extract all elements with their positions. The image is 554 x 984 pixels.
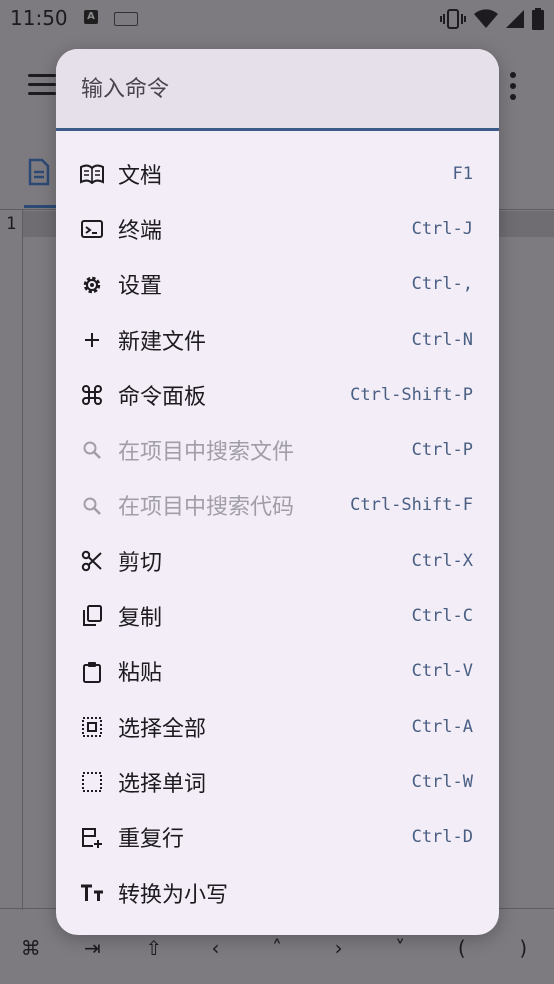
command-label: 粘贴 xyxy=(118,661,163,687)
keyboard-icon xyxy=(114,12,138,26)
app-notification-icon: A xyxy=(84,10,98,24)
command-shortcut: F1 xyxy=(452,163,473,184)
command-item-terminal[interactable]: 终端 Ctrl-J xyxy=(56,201,499,256)
command-label: 选择全部 xyxy=(118,716,207,742)
command-search-input[interactable] xyxy=(81,77,461,102)
select-all-icon xyxy=(80,715,104,739)
command-shortcut: Ctrl-W xyxy=(411,771,473,792)
command-item-lowercase[interactable]: 转换为小写 xyxy=(56,865,499,920)
command-label: 文档 xyxy=(118,163,163,189)
command-list: 文档 F1 终端 Ctrl-J 设置 Ctrl-, 新建文件 Ctrl-N 命令… xyxy=(56,131,499,920)
command-shortcut: Ctrl-Shift-P xyxy=(350,384,473,405)
command-shortcut: Ctrl-Shift-F xyxy=(350,495,473,516)
active-tab-indicator xyxy=(24,205,60,208)
command-item-select-all[interactable]: 选择全部 Ctrl-A xyxy=(56,699,499,754)
command-item-search-files[interactable]: 在项目中搜索文件 Ctrl-P xyxy=(56,422,499,477)
command-label: 终端 xyxy=(118,218,163,244)
key-close-paren[interactable]: ) xyxy=(493,920,554,976)
duplicate-line-icon xyxy=(80,826,104,850)
key-command[interactable]: ⌘ xyxy=(0,920,62,976)
command-shortcut: Ctrl-, xyxy=(411,274,473,295)
command-shortcut: Ctrl-A xyxy=(411,716,473,737)
gutter-divider xyxy=(22,210,23,910)
command-label: 在项目中搜索代码 xyxy=(118,495,295,521)
plus-icon xyxy=(80,328,104,352)
command-item-command-palette[interactable]: 命令面板 Ctrl-Shift-P xyxy=(56,367,499,422)
command-label: 重复行 xyxy=(118,827,185,853)
command-label: 转换为小写 xyxy=(118,882,229,908)
command-item-duplicate-line[interactable]: 重复行 Ctrl-D xyxy=(56,810,499,865)
command-label: 设置 xyxy=(118,274,163,300)
search-icon xyxy=(80,494,104,518)
copy-icon xyxy=(80,604,104,628)
hamburger-menu-icon[interactable] xyxy=(28,74,56,96)
search-icon xyxy=(80,438,104,462)
command-label: 复制 xyxy=(118,606,163,632)
gear-icon xyxy=(80,273,104,297)
status-time: 11:50 xyxy=(10,6,68,30)
wifi-icon xyxy=(474,9,498,28)
vibrate-icon xyxy=(440,9,466,29)
command-label: 命令面板 xyxy=(118,384,207,410)
command-item-search-code[interactable]: 在项目中搜索代码 Ctrl-Shift-F xyxy=(56,478,499,533)
signal-icon xyxy=(506,10,524,28)
command-shortcut: Ctrl-V xyxy=(411,661,473,682)
command-shortcut: Ctrl-X xyxy=(411,550,473,571)
command-item-new-file[interactable]: 新建文件 Ctrl-N xyxy=(56,312,499,367)
battery-icon xyxy=(532,8,544,30)
command-item-select-word[interactable]: 选择单词 Ctrl-W xyxy=(56,754,499,809)
scissors-icon xyxy=(80,549,104,573)
select-word-icon xyxy=(80,770,104,794)
command-shortcut: Ctrl-D xyxy=(411,827,473,848)
command-label: 选择单词 xyxy=(118,771,207,797)
command-shortcut: Ctrl-C xyxy=(411,606,473,627)
command-palette: 文档 F1 终端 Ctrl-J 设置 Ctrl-, 新建文件 Ctrl-N xyxy=(56,49,499,935)
book-open-icon xyxy=(80,162,104,186)
status-bar: 11:50 A xyxy=(0,0,554,36)
file-tab-icon[interactable] xyxy=(28,158,50,186)
status-icons xyxy=(440,8,544,30)
command-icon xyxy=(80,383,104,407)
command-label: 在项目中搜索文件 xyxy=(118,440,295,466)
command-item-cut[interactable]: 剪切 Ctrl-X xyxy=(56,533,499,588)
text-case-icon xyxy=(80,881,104,905)
command-shortcut: Ctrl-P xyxy=(411,440,473,461)
terminal-icon xyxy=(80,217,104,241)
line-number: 1 xyxy=(6,214,17,234)
command-shortcut: Ctrl-N xyxy=(411,329,473,350)
command-item-copy[interactable]: 复制 Ctrl-C xyxy=(56,588,499,643)
command-shortcut: Ctrl-J xyxy=(411,218,473,239)
command-label: 新建文件 xyxy=(118,329,207,355)
command-item-paste[interactable]: 粘贴 Ctrl-V xyxy=(56,644,499,699)
more-vert-icon[interactable] xyxy=(510,72,516,105)
command-item-settings[interactable]: 设置 Ctrl-, xyxy=(56,257,499,312)
command-search-field[interactable] xyxy=(56,49,499,131)
command-item-docs[interactable]: 文档 F1 xyxy=(56,146,499,201)
command-label: 剪切 xyxy=(118,550,163,576)
clipboard-icon xyxy=(80,660,104,684)
